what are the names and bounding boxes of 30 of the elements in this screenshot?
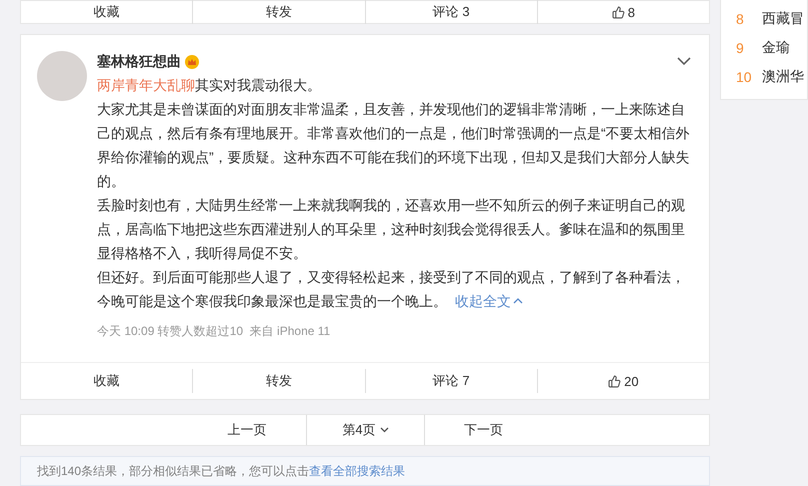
post-meta: 今天 10:09 转赞人数超过10 来自 iPhone 11 (97, 323, 332, 340)
action-button[interactable]: 收藏 (21, 369, 192, 393)
next-page-button[interactable]: 下一页 (424, 415, 542, 445)
action-button[interactable]: 转发 (192, 369, 364, 393)
like-button[interactable]: 8 (536, 0, 709, 24)
thumbs-up-icon (612, 6, 625, 18)
thumbs-up-icon (608, 374, 622, 388)
chevron-down-icon (380, 427, 389, 433)
like-button[interactable]: 20 (536, 369, 709, 393)
hot-topic-link[interactable]: 澳洲华 (762, 68, 804, 86)
chevron-up-icon (513, 296, 523, 306)
chevron-down-icon[interactable] (677, 57, 691, 66)
post-text: 大家尤其是未曾谋面的对面朋友非常温柔，且友善，并发现他们的逻辑非常清晰，一上来陈述自己的观点，然后有条有理地展开。非常喜欢他们的一点是，他们时常强调的一点是“不要太相信外界给你灌输的观点”，要质疑。这种东西不可能在我们的环境下出现，但却又是我们大部分人缺失的。 (97, 100, 691, 191)
action-button[interactable]: 评论 3 (364, 0, 537, 24)
action-button[interactable]: 收藏 (21, 0, 192, 24)
rank-number: 8 (736, 10, 745, 26)
result-note: 找到140条结果，部分相似结果已省略，您可以点击查看全部搜索结果 (20, 456, 710, 486)
post-text: 两岸青年大乱聊其实对我震动很大。 (97, 76, 322, 95)
post-text: 但还好。到后面可能那些人退了，又变得轻松起来，接受到了不同的观点，了解到了各种看法，今晚可能是这个寒假我印象最深也是最宝贵的一个晚上。 收起全文 (97, 265, 697, 313)
action-button[interactable]: 评论 7 (364, 369, 537, 393)
hot-topic-link[interactable]: 西藏冒 (762, 10, 804, 28)
post-text: 丢脸时刻也有，大陆男生经常一上来就我啊我的，还喜欢用一些不知所云的例子来证明自己的观点，居高临下地把这些东西灌进别人的耳朵里，这种时刻我会觉得很丢人。爹味在温和的氛围里显得格格不入，我听得局促不安。 (97, 196, 686, 263)
author-name[interactable]: 塞林格狂想曲 (97, 53, 181, 71)
rank-number: 10 (736, 68, 752, 84)
action-button[interactable]: 转发 (192, 0, 364, 24)
page-select[interactable]: 第4页 (306, 415, 424, 445)
crown-icon (185, 55, 199, 69)
prev-page-button[interactable]: 上一页 (188, 415, 306, 445)
rank-number: 9 (736, 40, 745, 56)
hot-topic-link[interactable]: 金瑜 (762, 38, 790, 56)
